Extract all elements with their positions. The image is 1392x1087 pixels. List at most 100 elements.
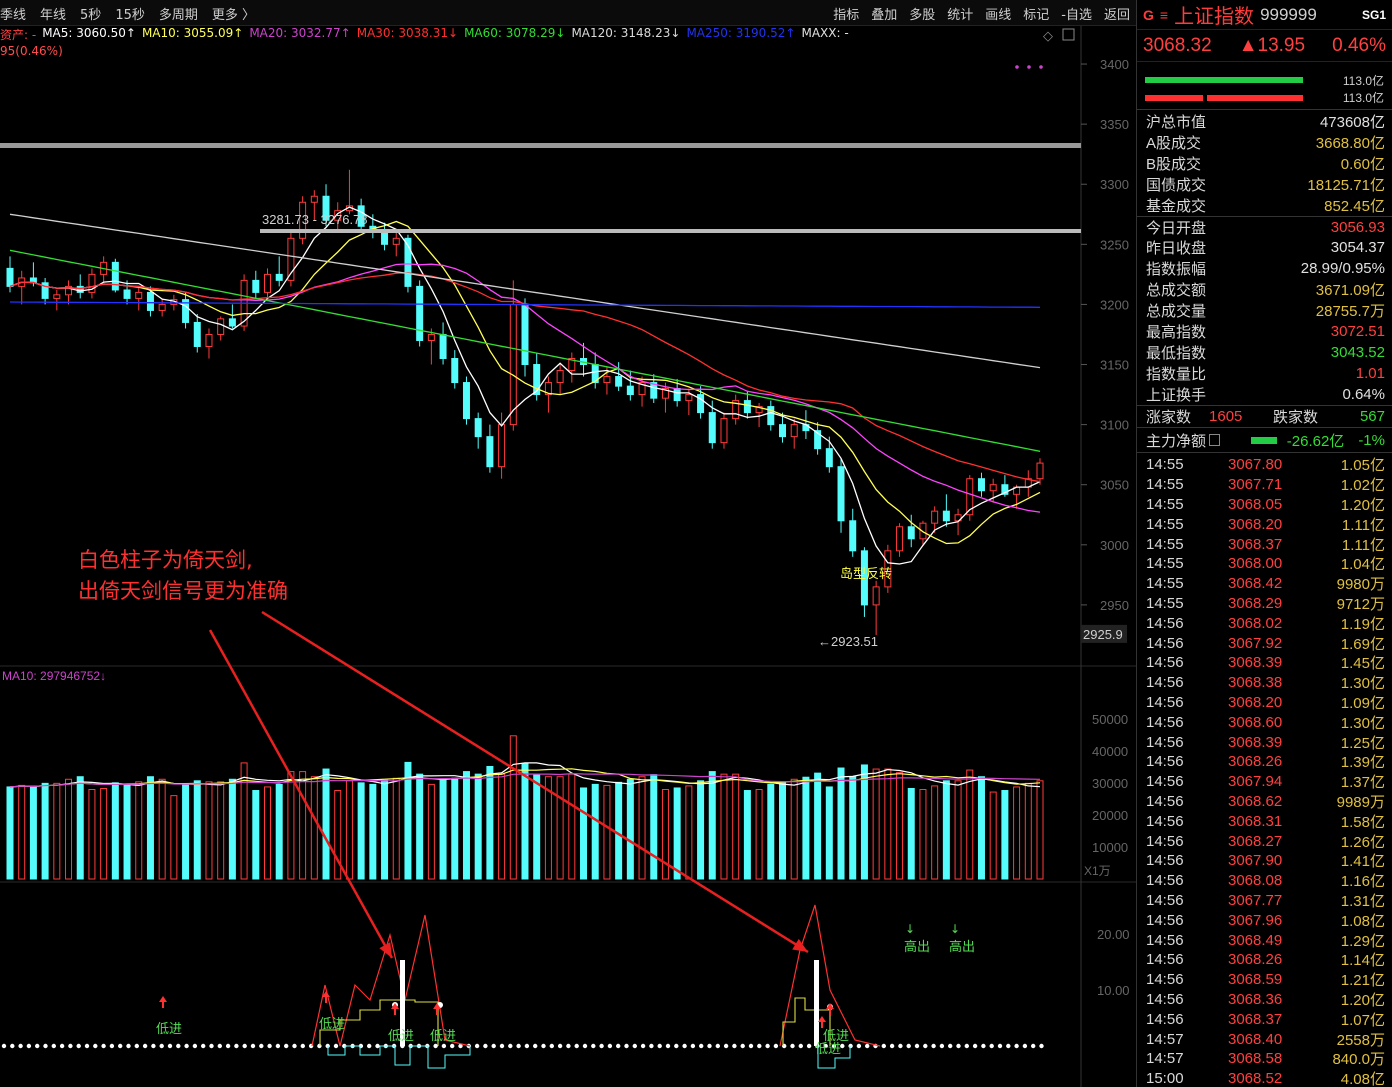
volume-bar[interactable] [6,786,14,880]
candle-body[interactable] [720,418,728,444]
tab-15s[interactable]: 15秒 [115,4,145,23]
candle-body[interactable] [111,261,119,291]
volume-bar[interactable] [275,783,283,880]
volume-bar[interactable] [65,778,73,880]
volume-bar[interactable] [182,783,190,880]
volume-bar[interactable] [580,787,588,880]
candle-body[interactable] [615,376,623,387]
candle-body[interactable] [685,394,693,402]
candle-body[interactable] [942,510,950,522]
more-dots-icon[interactable] [1015,65,1019,69]
volume-bar[interactable] [872,768,880,880]
tab-5s[interactable]: 5秒 [80,4,101,23]
volume-bar[interactable] [966,769,974,880]
volume-bar[interactable] [474,773,482,880]
more-dots-icon[interactable] [1027,65,1031,69]
volume-bar[interactable] [205,781,213,880]
volume-bar[interactable] [743,790,751,880]
volume-bar[interactable] [755,789,763,880]
candle-body[interactable] [837,466,845,522]
volume-bar[interactable] [392,777,400,880]
volume-bar[interactable] [907,787,915,880]
candle-body[interactable] [193,321,201,347]
volume-bar[interactable] [591,783,599,880]
tab-more[interactable]: 更多 〉 [212,4,255,23]
candle-body[interactable] [158,303,166,311]
volume-bar[interactable] [18,784,26,880]
candle-body[interactable] [907,526,915,540]
volume-bar[interactable] [462,771,470,880]
candle-body[interactable] [603,376,611,384]
volume-bar[interactable] [111,782,119,880]
menu-draw-line[interactable]: 画线 [985,4,1011,23]
menu-overlay[interactable]: 叠加 [871,4,897,23]
volume-bar[interactable] [942,780,950,880]
candle-body[interactable] [474,418,482,438]
more-dots-icon[interactable] [1039,65,1043,69]
tab-multi-period[interactable]: 多周期 [159,4,198,23]
candle-body[interactable] [931,510,939,524]
volume-bar[interactable] [345,780,353,880]
candle-body[interactable] [146,291,154,311]
candle-body[interactable] [439,333,447,360]
candle-body[interactable] [779,424,786,438]
volume-bar[interactable] [849,776,857,880]
candle-body[interactable] [498,424,506,468]
volume-bar[interactable] [615,781,623,880]
volume-bar[interactable] [381,779,389,880]
candle-body[interactable] [708,412,716,444]
menu-statistics[interactable]: 统计 [947,4,973,23]
candle-body[interactable] [392,237,400,245]
candle-body[interactable] [509,303,517,426]
volume-bar[interactable] [802,776,810,880]
volume-bar[interactable] [217,781,225,880]
candle-body[interactable] [462,382,470,420]
volume-bar[interactable] [814,772,822,880]
volume-bar[interactable] [673,787,681,880]
volume-bar[interactable] [533,773,541,880]
volume-bar[interactable] [977,776,985,880]
volume-bar[interactable] [41,782,49,880]
menu-back[interactable]: 返回 [1104,4,1130,23]
volume-bar[interactable] [135,781,143,880]
candle-body[interactable] [872,586,880,606]
window-icon[interactable] [1062,28,1075,41]
volume-bar[interactable] [193,780,201,880]
candle-body[interactable] [896,526,904,552]
candle-body[interactable] [6,267,14,287]
volume-bar[interactable] [779,781,786,880]
candle-body[interactable] [310,195,318,203]
candle-body[interactable] [977,478,985,492]
volume-bar[interactable] [790,778,798,880]
volume-bar[interactable] [732,773,740,880]
volume-bar[interactable] [860,764,868,880]
flow-doc-icon[interactable] [1209,434,1221,446]
candle-body[interactable] [743,400,751,414]
volume-bar[interactable] [989,791,997,880]
volume-bar[interactable] [299,771,307,880]
volume-bar[interactable] [1013,786,1021,880]
volume-bar[interactable] [837,767,845,880]
volume-bar[interactable] [650,774,658,880]
menu-multi-stock[interactable]: 多股 [909,4,935,23]
volume-bar[interactable] [954,780,962,880]
resistance-line-high[interactable] [260,229,1081,233]
candle-body[interactable] [252,279,260,293]
candle-body[interactable] [673,388,681,402]
volume-bar[interactable] [369,783,377,880]
volume-bar[interactable] [509,735,517,880]
menu-mark[interactable]: 标记 [1023,4,1049,23]
volume-bar[interactable] [252,790,260,880]
sg-badge[interactable]: SG1 [1362,8,1386,22]
volume-bar[interactable] [1024,782,1032,880]
tab-year[interactable]: 年线 [40,4,66,23]
menu-icon[interactable]: ≡ [1160,7,1168,23]
candle-body[interactable] [217,318,225,335]
volume-bar[interactable] [638,776,646,880]
volume-bar[interactable] [1001,790,1009,880]
volume-bar[interactable] [767,783,775,880]
volume-bar[interactable] [76,776,84,880]
volume-bar[interactable] [884,768,892,880]
candle-body[interactable] [264,273,271,293]
candle-body[interactable] [1036,462,1044,480]
